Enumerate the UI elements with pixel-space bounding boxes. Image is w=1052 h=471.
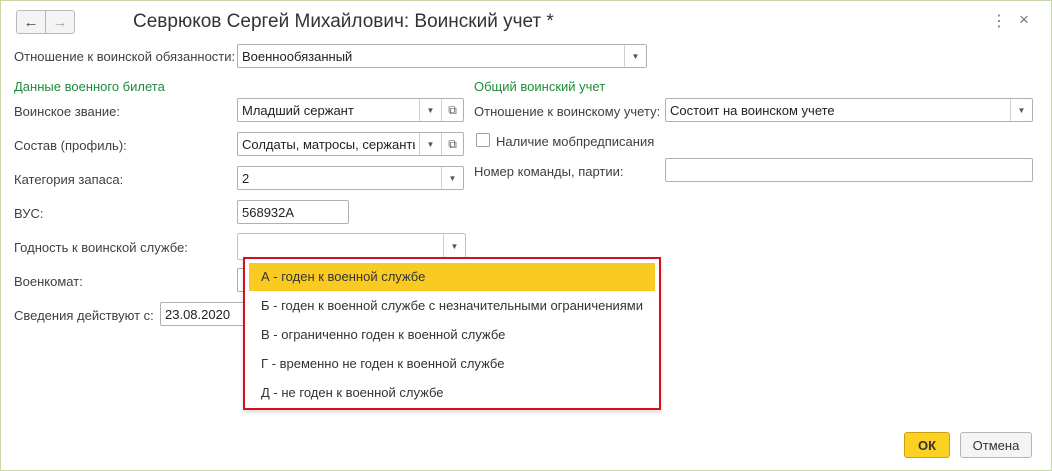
fitness-select[interactable]: ▼ — [237, 233, 466, 260]
reserve-category-select[interactable]: 2 ▼ — [237, 166, 464, 190]
mobilization-label: Наличие мобпредписания — [496, 134, 655, 149]
composition-value: Солдаты, матросы, сержанты — [242, 137, 415, 152]
back-button[interactable]: ← — [16, 10, 46, 34]
arrow-right-icon: → — [52, 13, 68, 31]
chevron-down-icon[interactable]: ▼ — [441, 167, 463, 189]
dropdown-option-g[interactable]: Г - временно не годен к военной службе — [249, 350, 655, 378]
military-id-heading: Данные военного билета — [14, 79, 165, 94]
vus-label: ВУС: — [14, 206, 44, 221]
composition-label: Состав (профиль): — [14, 138, 127, 153]
window-title: Севрюков Сергей Михайлович: Воинский уче… — [133, 11, 554, 32]
reserve-category-value: 2 — [242, 171, 250, 186]
team-number-input[interactable] — [665, 158, 1033, 182]
mobilization-checkbox[interactable] — [476, 133, 490, 147]
open-form-icon[interactable]: ⧉ — [441, 133, 463, 155]
team-number-label: Номер команды, партии: — [474, 164, 624, 179]
rank-label: Воинское звание: — [14, 104, 120, 119]
dropdown-option-d[interactable]: Д - не годен к военной службе — [249, 379, 655, 407]
chevron-down-icon[interactable]: ▼ — [419, 99, 441, 121]
effective-from-date-input[interactable]: 23.08.2020 — [160, 302, 247, 326]
open-form-icon[interactable]: ⧉ — [441, 99, 463, 121]
rank-select[interactable]: Младший сержант ▼ ⧉ — [237, 98, 464, 122]
general-registration-heading: Общий воинский учет — [474, 79, 606, 94]
chevron-down-icon[interactable]: ▼ — [419, 133, 441, 155]
military-registration-window: ← → Севрюков Сергей Михайлович: Воинский… — [0, 0, 1052, 471]
obligation-value: Военнообязанный — [242, 49, 353, 64]
fitness-label: Годность к воинской службе: — [14, 240, 188, 255]
commissariat-label: Военкомат: — [14, 274, 83, 289]
ok-button[interactable]: ОК — [904, 432, 950, 458]
cancel-button[interactable]: Отмена — [960, 432, 1032, 458]
chevron-down-icon[interactable]: ▼ — [624, 45, 646, 67]
registration-label: Отношение к воинскому учету: — [474, 104, 661, 119]
vus-input[interactable]: 568932А — [237, 200, 349, 224]
effective-from-label: Сведения действуют с: — [14, 308, 154, 323]
dropdown-option-b[interactable]: Б - годен к военной службе с незначитель… — [249, 292, 655, 320]
dropdown-option-a[interactable]: А - годен к военной службе — [249, 263, 655, 291]
dropdown-option-v[interactable]: В - ограниченно годен к военной службе — [249, 321, 655, 349]
effective-from-value: 23.08.2020 — [165, 307, 231, 322]
obligation-select[interactable]: Военнообязанный ▼ — [237, 44, 647, 68]
obligation-label: Отношение к воинской обязанности: — [14, 49, 236, 64]
chevron-down-icon[interactable]: ▼ — [443, 234, 465, 259]
composition-select[interactable]: Солдаты, матросы, сержанты ▼ ⧉ — [237, 132, 464, 156]
rank-value: Младший сержант — [242, 103, 354, 118]
registration-select[interactable]: Состоит на воинском учете ▼ — [665, 98, 1033, 122]
arrow-left-icon: ← — [23, 13, 39, 31]
fitness-dropdown-list: А - годен к военной службе Б - годен к в… — [243, 257, 661, 410]
more-actions-icon[interactable]: ⋮ — [991, 11, 1007, 31]
registration-value: Состоит на воинском учете — [670, 103, 835, 118]
chevron-down-icon[interactable]: ▼ — [1010, 99, 1032, 121]
close-icon[interactable]: × — [1019, 10, 1029, 30]
vus-value: 568932А — [242, 205, 295, 220]
forward-button[interactable]: → — [45, 10, 75, 34]
reserve-category-label: Категория запаса: — [14, 172, 124, 187]
